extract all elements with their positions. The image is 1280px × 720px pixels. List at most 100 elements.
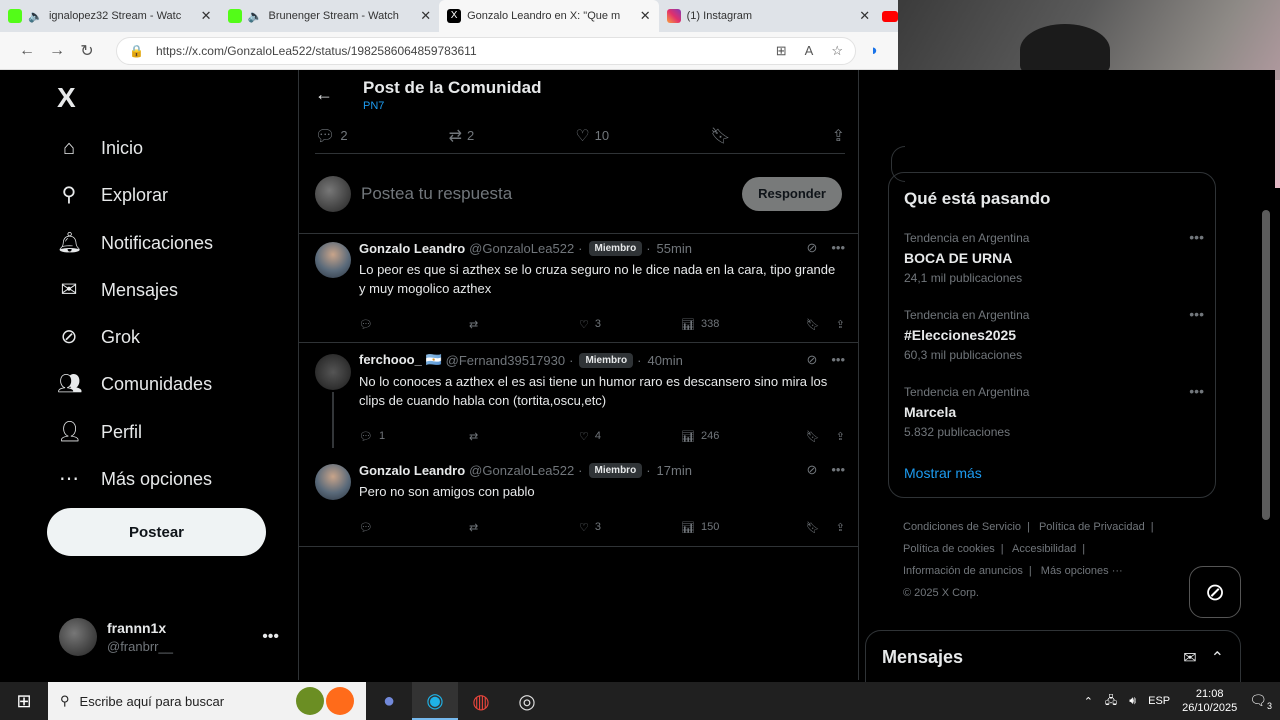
more-dots-icon[interactable]: •••	[262, 628, 279, 646]
repost-action[interactable]: ⇄	[469, 318, 579, 331]
avatar[interactable]	[315, 242, 351, 278]
footer-link[interactable]: Política de cookies	[903, 543, 995, 555]
tweet-author-handle[interactable]: @Fernand39517930	[446, 353, 565, 368]
repost-action[interactable]: ⇄ 2	[449, 126, 475, 146]
apps-icon[interactable]: ⊞	[776, 43, 787, 59]
nav-item-grok[interactable]: ⊘ Grok	[57, 325, 140, 349]
tweet-author-handle[interactable]: @GonzaloLea522	[469, 463, 574, 478]
trend-item[interactable]: Tendencia en Argentina BOCA DE URNA 24,1…	[904, 229, 1204, 285]
close-tab-icon[interactable]: ✕	[420, 8, 431, 24]
account-switcher[interactable]: frannn1x @franbrr__ •••	[59, 615, 279, 659]
more-dots-icon[interactable]: •••	[831, 352, 845, 368]
url-field[interactable]: 🔒 https://x.com/GonzaloLea522/status/198…	[116, 36, 856, 65]
nav-item-comunidades[interactable]: 👥︎ Comunidades	[57, 372, 212, 396]
grok-explain-icon[interactable]: ⊘	[806, 352, 817, 368]
footer-link[interactable]: Condiciones de Servicio	[903, 521, 1021, 533]
share-icon[interactable]: ⇪	[836, 318, 845, 331]
back-icon[interactable]: ←	[12, 42, 42, 60]
chevron-up-icon[interactable]: ⌃	[1084, 695, 1093, 708]
like-action[interactable]: ♡ 3	[579, 521, 681, 534]
read-aloud-icon[interactable]: A	[805, 43, 814, 59]
views-action[interactable]: 📊︎ 338	[681, 318, 796, 331]
repost-action[interactable]: ⇄	[469, 521, 579, 534]
reply-tweet[interactable]: ferchooo_ 🇦🇷 @Fernand39517930 · Miembro …	[299, 346, 858, 454]
repost-action[interactable]: ⇄	[469, 430, 579, 443]
more-dots-icon[interactable]: •••	[1189, 383, 1204, 399]
obs-app-icon[interactable]: ◎	[504, 682, 550, 720]
bookmark-icon[interactable]: 🔖︎	[806, 318, 820, 331]
lock-icon[interactable]: 🔒	[129, 44, 144, 58]
close-tab-icon[interactable]: ✕	[201, 8, 212, 24]
page-scrollbar[interactable]	[1262, 210, 1270, 520]
avatar[interactable]	[315, 354, 351, 390]
reply-action[interactable]: 💬︎	[359, 521, 469, 534]
grok-explain-icon[interactable]: ⊘	[806, 462, 817, 478]
bookmark-action[interactable]: 🔖︎	[710, 126, 730, 146]
nav-item-mensajes[interactable]: ✉ Mensajes	[57, 278, 178, 302]
forward-icon[interactable]: →	[42, 42, 72, 60]
grok-explain-icon[interactable]: ⊘	[806, 240, 817, 256]
footer-link[interactable]: Política de Privacidad	[1039, 521, 1145, 533]
like-action[interactable]: ♡ 10	[575, 126, 609, 146]
tweet-time[interactable]: 55min	[657, 241, 692, 256]
share-icon[interactable]: ⇪	[836, 430, 845, 443]
volume-icon[interactable]: 🔊︎	[1129, 695, 1136, 708]
nav-item-explorar[interactable]: ⚲ Explorar	[57, 183, 168, 207]
footer-link[interactable]: Información de anuncios	[903, 565, 1023, 577]
trend-item[interactable]: Tendencia en Argentina Marcela 5.832 pub…	[904, 383, 1204, 439]
edge-app-icon[interactable]: ◉	[412, 682, 458, 720]
bookmark-icon[interactable]: 🔖︎	[806, 521, 820, 534]
share-action[interactable]: ⇪	[832, 126, 845, 146]
back-arrow-icon[interactable]: ←	[315, 84, 333, 105]
nav-item-notificaciones[interactable]: 🔔︎ Notificaciones	[57, 231, 213, 255]
nav-item-inicio[interactable]: ⌂ Inicio	[57, 136, 143, 160]
youtube-favicon-icon[interactable]	[882, 10, 898, 22]
windows-start-icon[interactable]: ⊞	[0, 691, 48, 712]
more-dots-icon[interactable]: •••	[831, 240, 845, 256]
views-action[interactable]: 📊︎ 150	[681, 521, 796, 534]
trend-item[interactable]: Tendencia en Argentina #Elecciones2025 6…	[904, 306, 1204, 362]
footer-link[interactable]: Más opciones ···	[1041, 565, 1123, 577]
reply-action[interactable]: 💬︎ 2	[315, 126, 348, 146]
new-message-icon[interactable]: ✉	[1183, 648, 1196, 668]
like-action[interactable]: ♡ 4	[579, 430, 681, 443]
reply-input[interactable]: Postea tu respuesta	[361, 184, 742, 204]
bookmark-icon[interactable]: 🔖︎	[806, 430, 820, 443]
clock[interactable]: 21:08 26/10/2025	[1182, 687, 1237, 715]
more-dots-icon[interactable]: •••	[1189, 306, 1204, 322]
language-indicator[interactable]: ESP	[1148, 695, 1170, 707]
reply-button[interactable]: Responder	[742, 176, 842, 211]
post-button[interactable]: Postear	[47, 508, 266, 556]
favorite-star-icon[interactable]: ☆	[831, 43, 843, 59]
reply-action[interactable]: 💬︎ 1	[359, 430, 469, 443]
nav-item-perfil[interactable]: 👤︎ Perfil	[57, 420, 142, 444]
chrome-app-icon[interactable]: ◍	[458, 682, 504, 720]
taskbar-search[interactable]: ⚲ Escribe aquí para buscar	[48, 682, 366, 720]
more-dots-icon[interactable]: •••	[1189, 229, 1204, 245]
tweet-time[interactable]: 17min	[657, 463, 692, 478]
muted-speaker-icon[interactable]: 🔈	[28, 9, 43, 23]
tweet-author-handle[interactable]: @GonzaloLea522	[469, 241, 574, 256]
grok-floating-button[interactable]: ⊘	[1189, 566, 1241, 618]
footer-link[interactable]: Accesibilidad	[1012, 543, 1076, 555]
share-icon[interactable]: ⇪	[836, 521, 845, 534]
reply-tweet[interactable]: Gonzalo Leandro @GonzaloLea522 · Miembro…	[299, 456, 858, 546]
close-tab-icon[interactable]: ✕	[859, 8, 870, 24]
browser-tab-4[interactable]: (1) Instagram ✕	[659, 0, 879, 32]
muted-speaker-icon[interactable]: 🔈	[248, 9, 263, 23]
browser-tab-3[interactable]: X Gonzalo Leandro en X: "Que m ✕	[439, 0, 659, 32]
avatar[interactable]	[315, 464, 351, 500]
close-tab-icon[interactable]: ✕	[640, 8, 651, 24]
copilot-icon[interactable]: ◗	[870, 42, 879, 59]
views-action[interactable]: 📊︎ 246	[681, 430, 796, 443]
x-logo-icon[interactable]: X	[57, 82, 76, 114]
more-dots-icon[interactable]: •••	[831, 462, 845, 478]
chevron-up-icon[interactable]: ⌃	[1211, 648, 1224, 668]
nav-item-mas-opciones[interactable]: ⋯ Más opciones	[57, 467, 212, 491]
discord-app-icon[interactable]: ●	[366, 682, 412, 720]
community-link[interactable]: PN7	[363, 100, 542, 112]
notifications-icon[interactable]: 🗨︎3	[1249, 692, 1272, 711]
browser-tab-1[interactable]: 🔈 ignalopez32 Stream - Watc ✕	[0, 0, 220, 32]
tweet-author-name[interactable]: ferchooo_ 🇦🇷	[359, 352, 442, 368]
tweet-author-name[interactable]: Gonzalo Leandro	[359, 241, 465, 256]
